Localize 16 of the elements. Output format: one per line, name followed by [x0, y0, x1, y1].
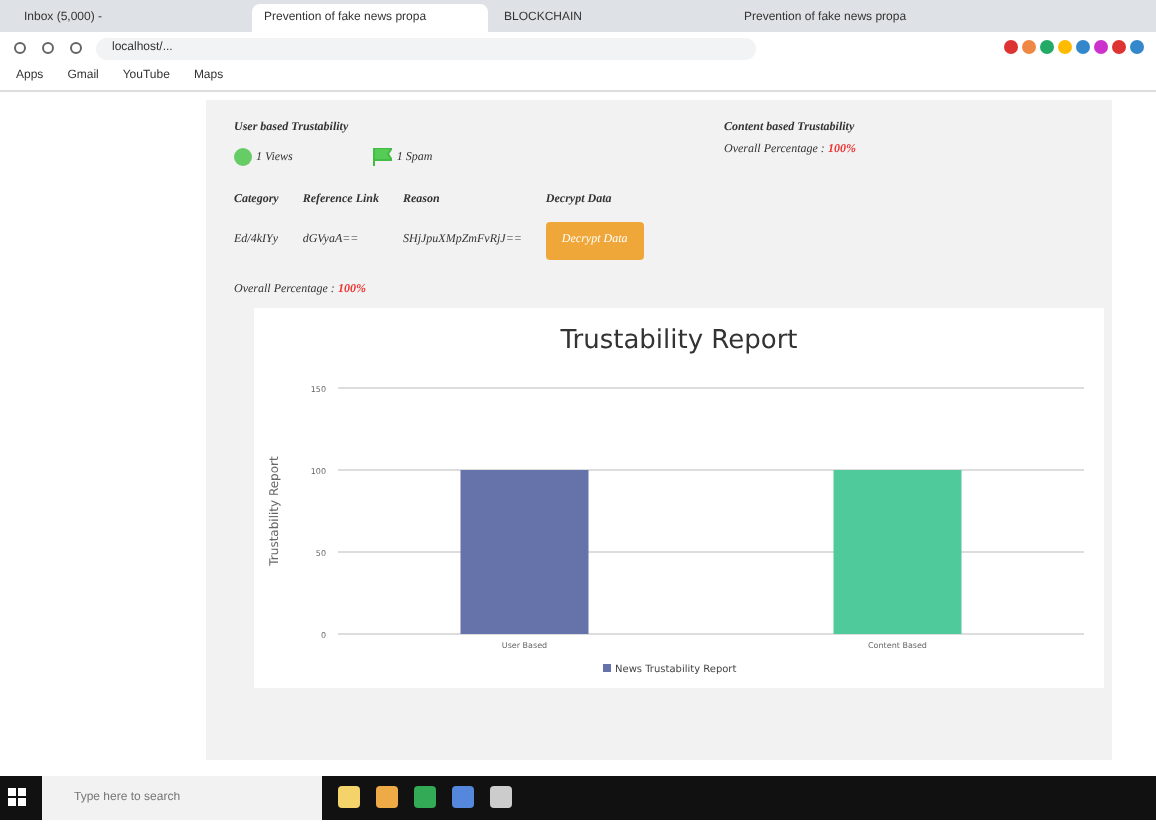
app-icon[interactable]	[338, 786, 360, 810]
flag-icon	[372, 146, 393, 170]
extension-icon[interactable]	[1040, 36, 1054, 60]
app-icon[interactable]	[376, 786, 398, 810]
extension-icon[interactable]	[1130, 36, 1144, 60]
extension-icon[interactable]	[1094, 36, 1108, 60]
extension-icon[interactable]	[1112, 36, 1126, 60]
chart-title: Trustability Report	[560, 326, 798, 356]
app-icon[interactable]	[452, 786, 474, 810]
windows-icon[interactable]	[8, 786, 26, 810]
app-icon[interactable]	[414, 786, 436, 810]
extension-icon[interactable]	[1004, 36, 1018, 60]
extension-icon[interactable]	[1022, 36, 1036, 60]
extension-icon[interactable]	[1076, 36, 1090, 60]
legend-swatch	[603, 664, 611, 672]
app-icon[interactable]	[490, 786, 512, 810]
